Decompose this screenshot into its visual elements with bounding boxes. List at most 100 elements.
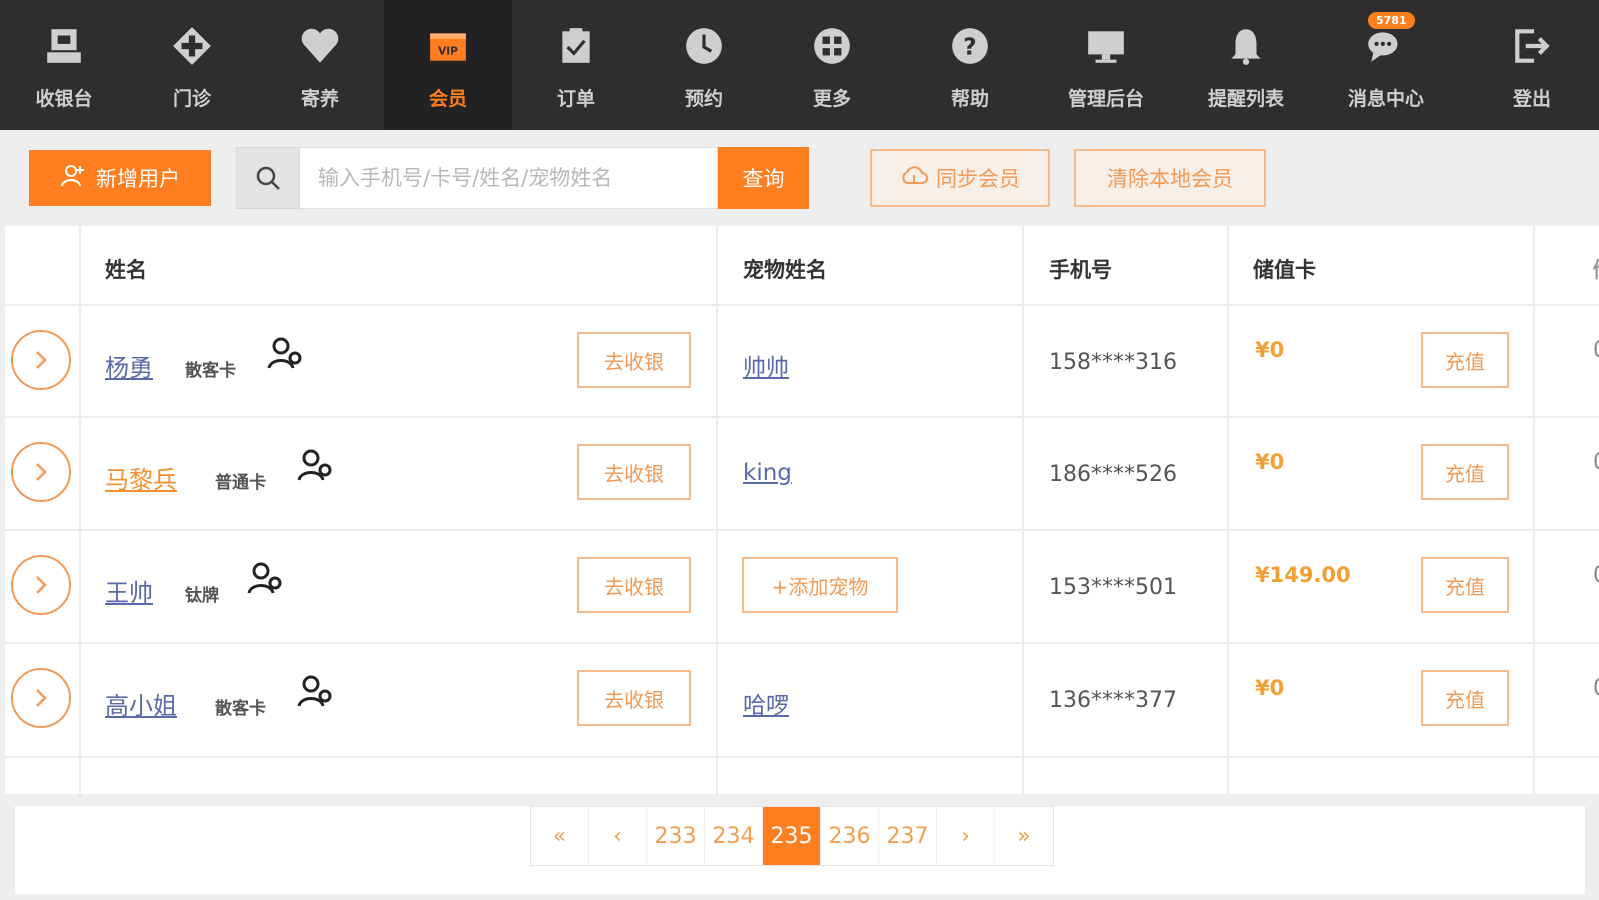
- current-page-button[interactable]: 235: [763, 807, 821, 865]
- card-balance: ¥149.00: [1255, 563, 1351, 587]
- truncated-cell: 0: [1593, 450, 1599, 475]
- nav-item-help[interactable]: ? 帮助: [906, 0, 1034, 130]
- nav-item-more[interactable]: 更多: [768, 0, 896, 130]
- go-cashier-button[interactable]: 去收银: [577, 557, 691, 613]
- first-page-button[interactable]: «: [531, 807, 589, 865]
- expand-row-button[interactable]: [11, 442, 71, 502]
- card-type: 散客卡: [215, 699, 266, 719]
- card-balance: ¥0: [1255, 676, 1285, 700]
- phone-number: 158****316: [1049, 350, 1177, 375]
- expand-row-button[interactable]: [11, 555, 71, 615]
- pet-name-link[interactable]: king: [743, 460, 792, 486]
- next-page-button[interactable]: ›: [937, 807, 995, 865]
- vip-card-icon: VIP: [426, 24, 470, 68]
- header-phone: 手机号: [1049, 258, 1112, 282]
- header-name: 姓名: [105, 258, 147, 282]
- member-name-link[interactable]: 王帅: [105, 573, 153, 608]
- nav-label: 门诊: [172, 88, 211, 110]
- table-row: 王帅 钛牌 去收银 +添加宠物 153****501 ¥149.00 充值 0: [5, 531, 1599, 646]
- add-user-icon: [60, 163, 86, 194]
- nav-item-cashier[interactable]: 收银台: [0, 0, 128, 130]
- nav-label: 订单: [556, 88, 595, 110]
- recharge-button[interactable]: 充值: [1421, 444, 1509, 500]
- truncated-cell: 0: [1593, 676, 1599, 701]
- sync-members-button[interactable]: 同步会员: [870, 149, 1050, 207]
- nav-item-member[interactable]: VIP 会员: [384, 0, 512, 130]
- nav-item-admin[interactable]: 管理后台: [1036, 0, 1176, 130]
- sync-members-label: 同步会员: [936, 167, 1020, 191]
- message-count-badge: 5781: [1368, 12, 1415, 29]
- card-type: 普通卡: [215, 473, 266, 493]
- more-grid-icon: [810, 24, 854, 68]
- nav-label: 收银台: [35, 88, 93, 110]
- search-input[interactable]: [300, 147, 718, 209]
- monitor-icon: [1084, 24, 1128, 68]
- nav-label: 预约: [684, 88, 723, 110]
- go-cashier-button[interactable]: 去收银: [577, 444, 691, 500]
- heart-icon: [298, 24, 342, 68]
- pagination: « ‹ 233 234 235 236 237 › »: [530, 806, 1054, 866]
- prev-page-button[interactable]: ‹: [589, 807, 647, 865]
- expand-row-button[interactable]: [11, 330, 71, 390]
- nav-item-messages[interactable]: 消息中心 5781: [1316, 0, 1456, 130]
- member-person-icon: [267, 337, 302, 369]
- last-page-button[interactable]: »: [995, 807, 1053, 865]
- expand-row-button[interactable]: [11, 668, 71, 728]
- cloud-sync-icon: [900, 165, 928, 192]
- nav-label: 寄养: [300, 88, 339, 110]
- nav-item-appointment[interactable]: 预约: [640, 0, 768, 130]
- page-button[interactable]: 233: [647, 807, 705, 865]
- go-cashier-button[interactable]: 去收银: [577, 332, 691, 388]
- nav-label: 帮助: [950, 88, 989, 110]
- svg-text:VIP: VIP: [438, 45, 458, 57]
- chevron-right-icon: [36, 576, 47, 594]
- search-bar: 查询: [236, 147, 809, 209]
- top-navigation-bar: 收银台 门诊 寄养 VIP 会员 订单 预约 更多 ? 帮助 管理后台 提醒列表…: [0, 0, 1599, 130]
- nav-label: 更多: [812, 88, 851, 110]
- member-name-link[interactable]: 马黎兵: [105, 460, 177, 495]
- table-row: 杨勇 散客卡 去收银 帅帅 158****316 ¥0 充值 0: [5, 306, 1599, 421]
- table-row: 高小姐 散客卡 去收银 哈啰 136****377 ¥0 充值 0: [5, 644, 1599, 759]
- member-name-link[interactable]: 杨勇: [105, 348, 153, 383]
- nav-item-orders[interactable]: 订单: [512, 0, 640, 130]
- pet-name-link[interactable]: 帅帅: [743, 348, 789, 382]
- chevron-right-icon: [36, 351, 47, 369]
- page-button[interactable]: 237: [879, 807, 937, 865]
- member-name-link[interactable]: 高小姐: [105, 686, 177, 721]
- add-user-label: 新增用户: [96, 167, 180, 191]
- go-cashier-button[interactable]: 去收银: [577, 670, 691, 726]
- pet-name-link[interactable]: 哈啰: [743, 686, 789, 720]
- nav-label: 提醒列表: [1207, 88, 1284, 110]
- page-button[interactable]: 236: [821, 807, 879, 865]
- phone-number: 153****501: [1049, 575, 1177, 600]
- nav-item-clinic[interactable]: 门诊: [128, 0, 256, 130]
- member-toolbar: 新增用户 查询 同步会员 清除本地会员: [0, 130, 1599, 226]
- logout-icon: [1510, 24, 1554, 68]
- phone-number: 136****377: [1049, 688, 1177, 713]
- search-icon: [236, 147, 300, 209]
- chevron-right-icon: [36, 463, 47, 481]
- member-person-icon: [297, 449, 332, 481]
- add-pet-button[interactable]: +添加宠物: [742, 557, 898, 613]
- query-button[interactable]: 查询: [718, 147, 809, 209]
- header-stored-value-card: 储值卡: [1253, 258, 1316, 282]
- clinic-cross-icon: [170, 24, 214, 68]
- card-type: 散客卡: [185, 361, 236, 381]
- page-button[interactable]: 234: [705, 807, 763, 865]
- phone-number: 186****526: [1049, 462, 1177, 487]
- nav-item-reminders[interactable]: 提醒列表: [1176, 0, 1316, 130]
- add-user-button[interactable]: 新增用户: [29, 150, 211, 206]
- pagination-area: « ‹ 233 234 235 236 237 › »: [15, 806, 1585, 894]
- recharge-button[interactable]: 充值: [1421, 670, 1509, 726]
- nav-label: 会员: [428, 88, 467, 110]
- help-icon: ?: [948, 24, 992, 68]
- header-pet-name: 宠物姓名: [743, 258, 827, 282]
- nav-item-logout[interactable]: 登出: [1468, 0, 1596, 130]
- clear-local-members-button[interactable]: 清除本地会员: [1074, 149, 1266, 207]
- card-balance: ¥0: [1255, 450, 1285, 474]
- nav-item-boarding[interactable]: 寄养: [256, 0, 384, 130]
- bell-icon: [1224, 24, 1268, 68]
- recharge-button[interactable]: 充值: [1421, 332, 1509, 388]
- recharge-button[interactable]: 充值: [1421, 557, 1509, 613]
- card-type: 钛牌: [185, 586, 219, 606]
